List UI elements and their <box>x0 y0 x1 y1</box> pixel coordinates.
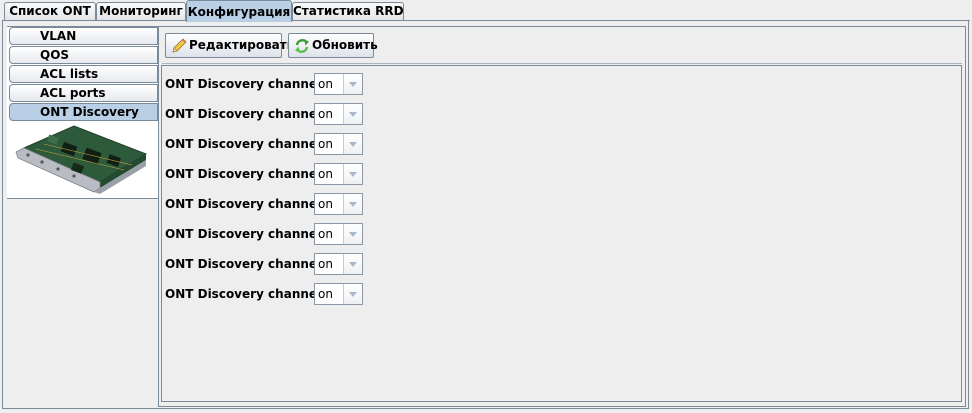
channel-5-label: ONT Discovery channel 5 <box>165 227 334 241</box>
channel-5-select[interactable]: on <box>314 223 363 245</box>
channel-7-label: ONT Discovery channel 7 <box>165 287 334 301</box>
tab-ont-list[interactable]: Список ONT <box>4 2 96 20</box>
refresh-button[interactable]: Обновить <box>288 33 378 58</box>
tab-rrd-statistics[interactable]: Статистика RRD <box>292 2 404 20</box>
chevron-down-icon[interactable] <box>343 134 362 154</box>
tab-configuration[interactable]: Конфигурация <box>186 0 292 22</box>
sidebar-item-qos[interactable]: QOS <box>9 46 158 64</box>
channel-0-select[interactable]: on <box>314 73 363 95</box>
pencil-icon <box>172 38 187 53</box>
channel-2-label: ONT Discovery channel 2 <box>165 137 334 151</box>
chevron-down-icon[interactable] <box>343 164 362 184</box>
channel-4-value: on <box>318 197 333 211</box>
channel-3-label: ONT Discovery channel 3 <box>165 167 334 181</box>
channel-5-value: on <box>318 227 333 241</box>
chevron-down-icon[interactable] <box>343 254 362 274</box>
channel-1-value: on <box>318 107 333 121</box>
chevron-down-icon[interactable] <box>343 284 362 304</box>
channel-6-value: on <box>318 257 333 271</box>
sidebar-item-acl-lists[interactable]: ACL lists <box>9 65 158 83</box>
channel-2-value: on <box>318 137 333 151</box>
chevron-down-icon[interactable] <box>343 194 362 214</box>
channel-3-value: on <box>318 167 333 181</box>
sidebar-item-ont-discovery[interactable]: ONT Discovery <box>9 103 158 121</box>
chevron-down-icon[interactable] <box>343 74 362 94</box>
chevron-down-icon[interactable] <box>343 104 362 124</box>
sidebar-item-vlan[interactable]: VLAN <box>9 27 158 45</box>
channel-0-label: ONT Discovery channel 0 <box>165 77 334 91</box>
main-tab-bar: Список ONT Мониторинг Конфигурация Стати… <box>0 0 972 22</box>
channel-7-select[interactable]: on <box>314 283 363 305</box>
channel-3-select[interactable]: on <box>314 163 363 185</box>
toolbar-separator <box>162 63 962 64</box>
chevron-down-icon[interactable] <box>343 224 362 244</box>
channel-2-select[interactable]: on <box>314 133 363 155</box>
tab-monitoring[interactable]: Мониторинг <box>96 2 186 20</box>
refresh-icon <box>295 39 309 53</box>
channel-6-select[interactable]: on <box>314 253 363 275</box>
refresh-button-label: Обновить <box>312 38 378 52</box>
olt-board-image <box>15 125 148 194</box>
channel-1-select[interactable]: on <box>314 103 363 125</box>
channel-6-label: ONT Discovery channel 6 <box>165 257 334 271</box>
channel-4-label: ONT Discovery channel 4 <box>165 197 334 211</box>
channel-0-value: on <box>318 77 333 91</box>
sidebar-item-acl-ports[interactable]: ACL ports <box>9 84 158 102</box>
edit-button-label: Редактировать <box>189 38 295 52</box>
channel-1-label: ONT Discovery channel 1 <box>165 107 334 121</box>
channel-7-value: on <box>318 287 333 301</box>
edit-button[interactable]: Редактировать <box>165 33 294 58</box>
channel-4-select[interactable]: on <box>314 193 363 215</box>
